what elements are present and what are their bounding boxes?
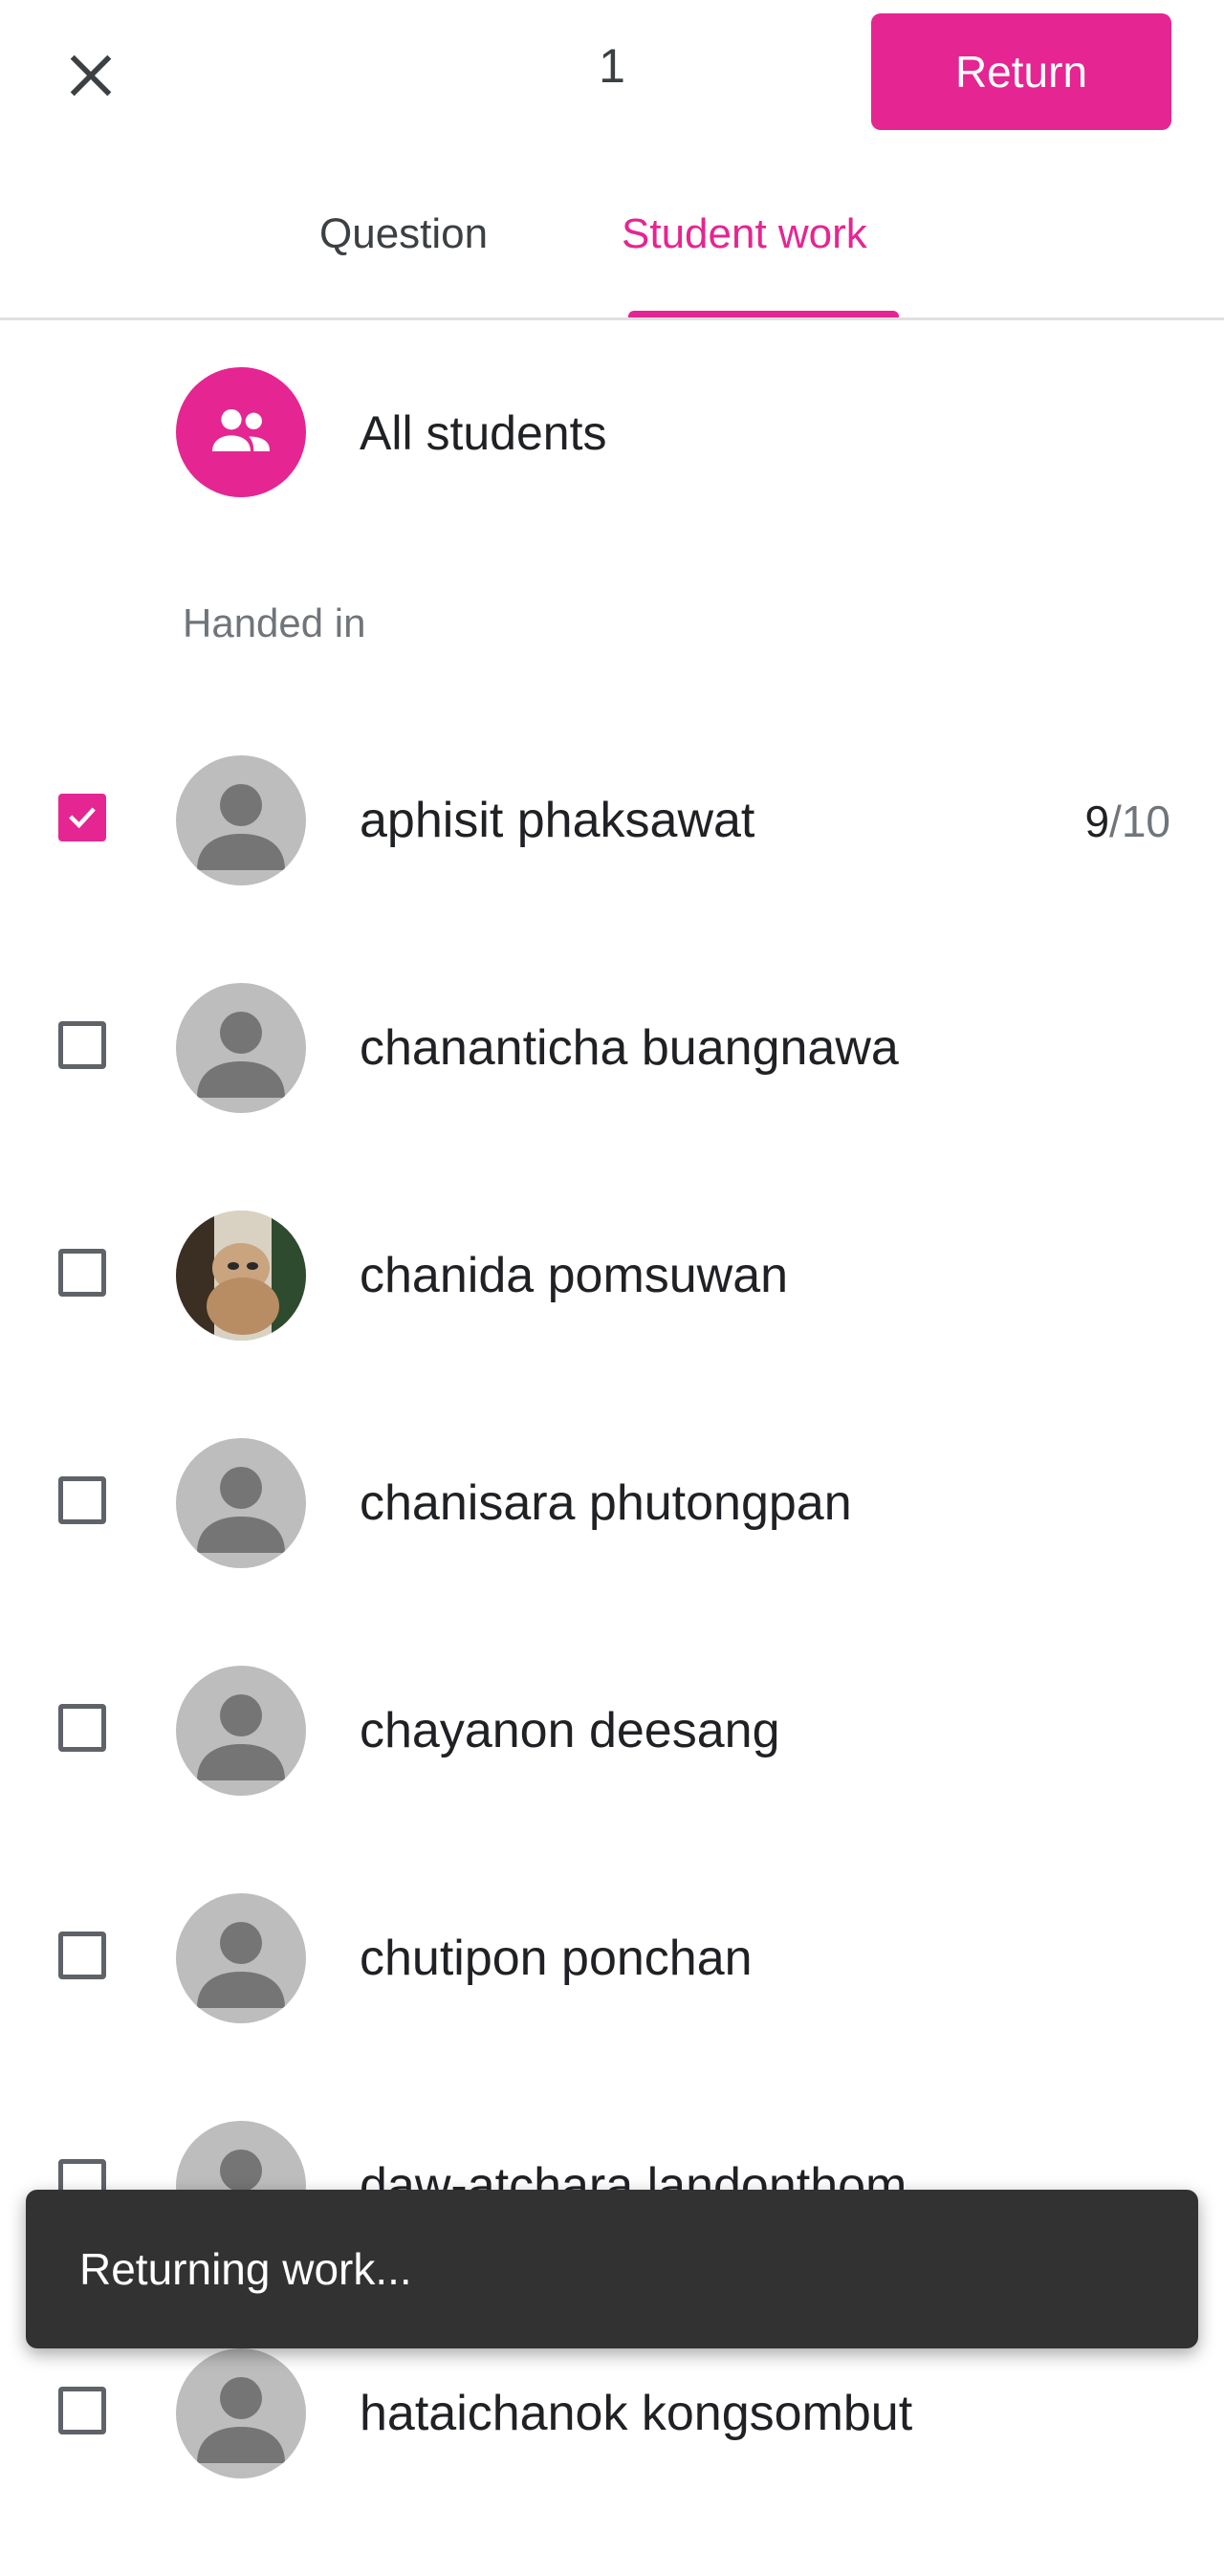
student-avatar [176,1666,306,1796]
student-checkbox[interactable] [58,1249,106,1297]
student-name: chanida pomsuwan [360,1248,789,1303]
student-row[interactable]: chanisara phutongpan [0,1438,1224,1666]
grade-value: 9 [1084,797,1110,846]
student-avatar [176,1438,306,1568]
student-name: aphisit phaksawat [360,793,755,848]
student-checkbox[interactable] [58,1021,106,1069]
all-students-row[interactable]: All students [0,367,1224,501]
student-avatar [176,1893,306,2023]
close-icon [70,55,112,97]
all-students-avatar [176,367,306,497]
default-avatar-icon [197,1467,285,1553]
top-app-bar: 1 Return [0,0,1224,143]
default-avatar-icon [197,2377,285,2463]
grade-max: /10 [1109,797,1170,846]
photo-avatar-image [176,1211,306,1341]
tab-indicator [628,311,899,317]
student-name: chananticha buangnawa [360,1020,899,1076]
tab-question[interactable]: Question [319,210,488,258]
student-row[interactable]: chayanon deesang [0,1666,1224,1893]
student-avatar [176,2348,306,2478]
close-button[interactable] [55,40,126,111]
tab-student-work[interactable]: Student work [622,210,867,258]
group-icon [212,409,270,451]
student-checkbox[interactable] [58,794,106,841]
check-icon [69,807,96,829]
student-row[interactable]: chanida pomsuwan [0,1211,1224,1438]
student-row[interactable]: chutipon ponchan [0,1893,1224,2121]
student-row[interactable]: aphisit phaksawat 9/10 [0,755,1224,983]
student-avatar [176,755,306,885]
student-row[interactable]: hataichanok kongsombut [0,2348,1224,2576]
selected-count: 1 [599,39,625,93]
student-name: chutipon ponchan [360,1931,753,1986]
default-avatar-icon [197,1922,285,2008]
all-students-label: All students [360,406,607,460]
student-checkbox[interactable] [58,1932,106,1979]
student-checkbox[interactable] [58,1704,106,1752]
default-avatar-icon [197,1694,285,1780]
student-checkbox[interactable] [58,2387,106,2434]
snackbar: Returning work... [26,2190,1198,2348]
handed-in-header: Handed in [183,600,366,645]
student-checkbox[interactable] [58,1476,106,1524]
student-name: chayanon deesang [360,1703,780,1758]
student-row[interactable]: chananticha buangnawa [0,983,1224,1211]
default-avatar-icon [197,1012,285,1098]
student-name: chanisara phutongpan [360,1475,852,1531]
student-avatar [176,1211,306,1341]
student-avatar [176,983,306,1113]
default-avatar-icon [197,784,285,870]
snackbar-text: Returning work... [79,2244,412,2294]
student-name: hataichanok kongsombut [360,2386,913,2441]
tab-bar: Question Student work [0,182,1224,320]
student-grade: 9/10 [1084,796,1170,847]
return-button[interactable]: Return [871,13,1171,130]
